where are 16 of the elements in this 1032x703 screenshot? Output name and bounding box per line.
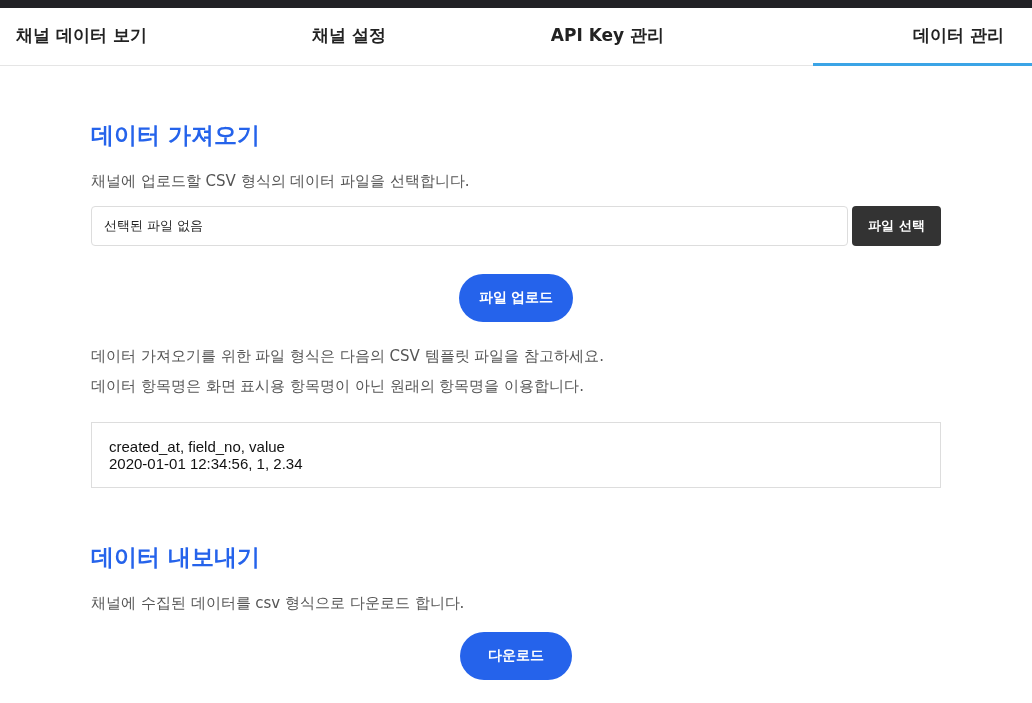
download-button[interactable]: 다운로드	[460, 632, 572, 680]
upload-button[interactable]: 파일 업로드	[458, 274, 574, 322]
file-name-field[interactable]: 선택된 파일 없음	[91, 206, 848, 246]
tab[interactable]: API Key 관리	[534, 8, 681, 66]
tab[interactable]: 채널 데이터 보기	[0, 8, 163, 66]
description-text: 채널에 수집된 데이터를 csv 형식으로 다운로드 합니다.	[91, 593, 466, 614]
section-title: 데이터 내보내기	[91, 543, 261, 572]
tab[interactable]: 채널 설정	[295, 8, 402, 66]
tab[interactable]: 데이터 관리	[813, 8, 1032, 66]
template-line: created_at, field_no, value	[109, 438, 286, 455]
section-title: 데이터 가져오기	[91, 121, 261, 150]
description-text: 채널에 업로드할 CSV 형식의 데이터 파일을 선택합니다.	[91, 171, 471, 192]
template-line: 2020-01-01 12:34:56, 1, 2.34	[109, 455, 304, 472]
choose-file-button[interactable]: 파일 선택	[852, 206, 941, 246]
note-text: 데이터 항목명은 화면 표시용 항목명이 아닌 원래의 항목명을 이용합니다.	[91, 376, 585, 397]
note-text: 데이터 가져오기를 위한 파일 형식은 다음의 CSV 템플릿 파일을 참고하세요.	[91, 346, 605, 367]
